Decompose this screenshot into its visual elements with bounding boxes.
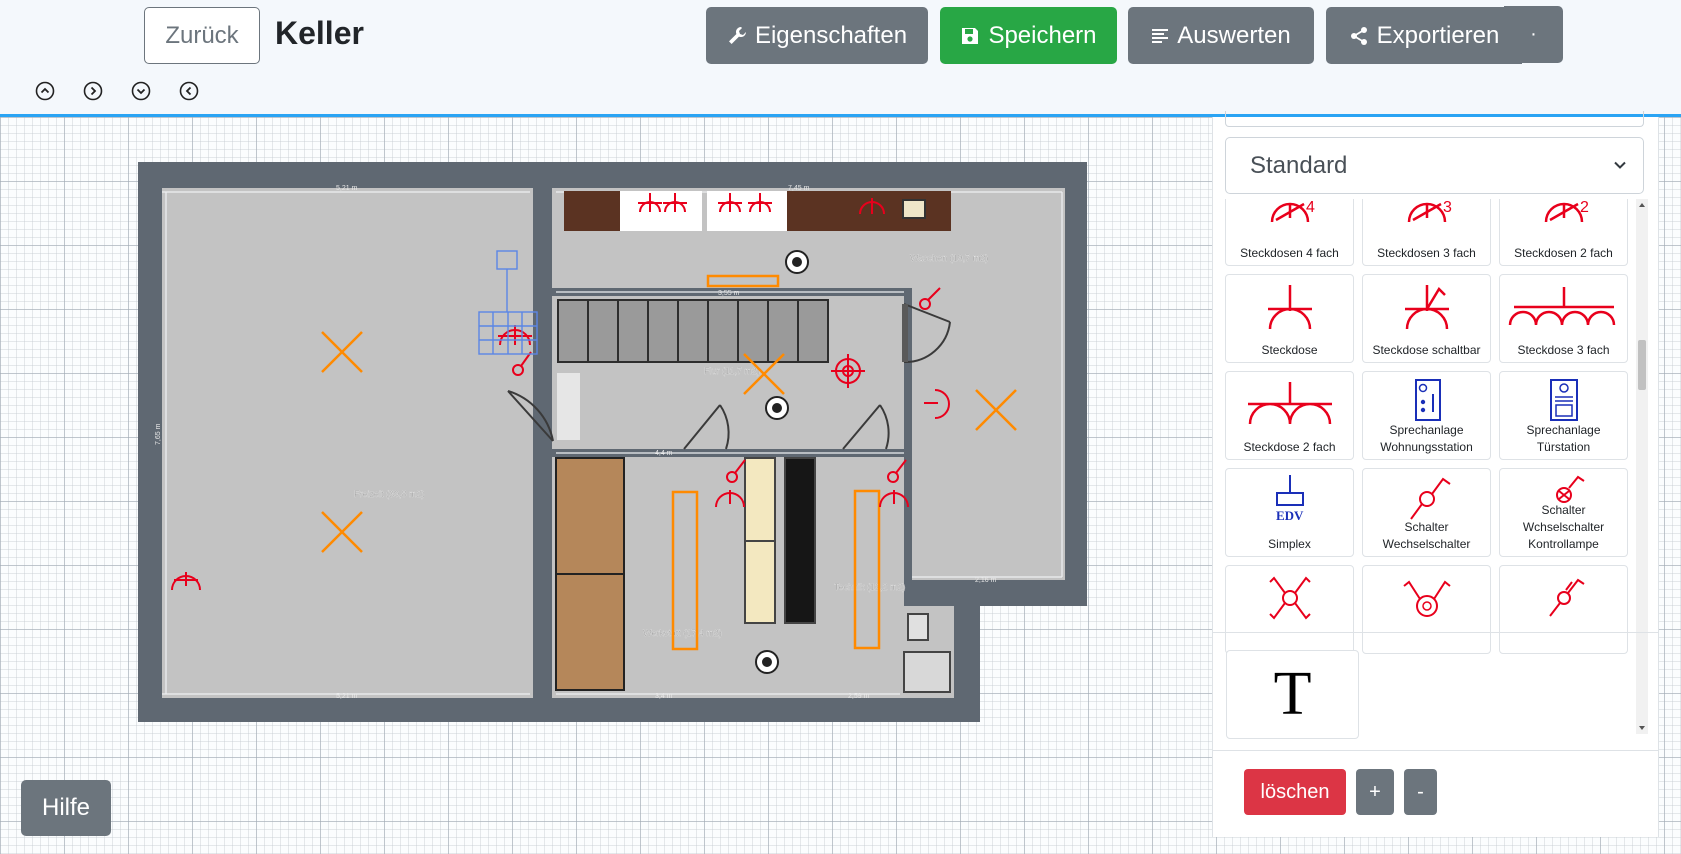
washing-machine[interactable]: [707, 191, 787, 231]
symbol-label: Steckdose 3 fach: [1517, 343, 1610, 357]
symbol-tile[interactable]: [1225, 565, 1354, 654]
symbol-label: Schalter Wechselschalter: [1382, 520, 1471, 551]
room-label: Technik (12,2 m2): [834, 582, 906, 592]
symbol-tile[interactable]: Steckdose 3 fach: [1499, 274, 1628, 363]
symbol-tile[interactable]: 3 Steckdosen 3 fach: [1362, 199, 1491, 266]
save-button[interactable]: Speichern: [940, 7, 1117, 64]
symbol-panel: Standard 4 Steckdosen 4 fach 3 Steckdose…: [1212, 111, 1659, 837]
zoom-out-button[interactable]: -: [1404, 769, 1437, 815]
crossover-switch-icon: [1269, 576, 1311, 620]
wrench-icon: [728, 26, 746, 44]
symbol-tile[interactable]: EDV Simplex: [1225, 468, 1354, 557]
symbol-label: Schalter Wchselschalter Kontrollampe: [1522, 503, 1605, 551]
dimension-label: 5,21 m: [336, 693, 358, 700]
dimension-label: 7,65 m: [155, 423, 162, 445]
technik-device[interactable]: [907, 613, 929, 641]
chevron-left-icon[interactable]: [178, 80, 200, 102]
room-waschen-right[interactable]: [912, 188, 1065, 580]
symbol-label: Steckdose 2 fach: [1243, 440, 1336, 454]
symbol-label: Steckdose schaltbar: [1372, 343, 1481, 357]
symbol-tile[interactable]: Steckdose: [1225, 274, 1354, 363]
symbol-label: Steckdosen 3 fach: [1377, 246, 1476, 260]
help-button[interactable]: Hilfe: [21, 780, 111, 836]
toolbar-header: Zurück Keller Eigenschaften Speichern Au…: [0, 0, 1681, 117]
svg-text:4: 4: [1306, 199, 1315, 216]
symbol-tile[interactable]: Steckdose 2 fach: [1225, 371, 1354, 460]
panel-divider: [1213, 632, 1658, 633]
cabinet-black[interactable]: [784, 457, 816, 624]
evaluate-label: Auswerten: [1177, 21, 1291, 49]
dropdown-caret-icon: ·: [1530, 23, 1537, 45]
dimension-label: 3,55 m: [718, 290, 740, 297]
export-dropdown-toggle[interactable]: ·: [1504, 6, 1563, 63]
symbol-list-scrollbar[interactable]: [1636, 199, 1648, 734]
symbol-tile[interactable]: Steckdose schaltbar: [1362, 274, 1491, 363]
page-title: Keller: [275, 15, 364, 51]
category-select[interactable]: Standard: [1225, 137, 1644, 194]
door-frame: [902, 304, 908, 362]
panel-divider: [1213, 750, 1658, 751]
room-label: Waschen (19,7 m2): [910, 253, 988, 263]
dimension-label: 3,4 m: [655, 693, 673, 700]
symbol-label: Steckdosen 4 fach: [1240, 246, 1339, 260]
symbol-tile[interactable]: Sprechanlage Türstation: [1499, 371, 1628, 460]
symbol-label: Sprechanlage Türstation: [1526, 423, 1601, 454]
symbol-label: Sprechanlage Wohnungsstation: [1380, 423, 1473, 454]
svg-text:2: 2: [1580, 199, 1589, 216]
chevron-right-icon[interactable]: [82, 80, 104, 102]
scroll-up-icon[interactable]: [1636, 199, 1648, 211]
properties-label: Eigenschaften: [754, 21, 908, 49]
scroll-down-icon[interactable]: [1636, 722, 1648, 734]
symbol-label: Steckdosen 2 fach: [1514, 246, 1613, 260]
save-label: Speichern: [988, 21, 1097, 49]
cabinet[interactable]: [564, 191, 620, 231]
panel-search-field[interactable]: [1225, 111, 1644, 127]
door-frame: [557, 373, 580, 440]
symbol-tile[interactable]: 2 Steckdosen 2 fach: [1499, 199, 1628, 266]
symbol-tile[interactable]: [1499, 565, 1628, 654]
sink[interactable]: [902, 199, 926, 219]
dimmer-icon: [1403, 580, 1451, 617]
symbol-tile[interactable]: 4 Steckdosen 4 fach: [1225, 199, 1354, 266]
dimension-label: 4,4 m: [655, 450, 673, 457]
dimension-label: 7,45 m: [788, 185, 810, 192]
text-tool[interactable]: T: [1226, 650, 1359, 739]
room-label: Werkstatt (17,4 m2): [643, 628, 722, 638]
symbol-tile[interactable]: [1362, 565, 1491, 654]
properties-button[interactable]: Eigenschaften: [706, 7, 928, 64]
room-label: Flur (11,7 m2): [704, 366, 760, 376]
chevron-down-icon[interactable]: [130, 80, 152, 102]
cabinet[interactable]: [787, 191, 951, 231]
list-icon: [1152, 28, 1169, 43]
room-label: Freizeit (39,8 m2): [354, 489, 425, 499]
export-button[interactable]: Exportieren: [1326, 7, 1522, 64]
dimension-label: 5,21 m: [336, 185, 358, 192]
zoom-in-button[interactable]: +: [1356, 769, 1394, 815]
symbol-tile[interactable]: Schalter Wechselschalter: [1362, 468, 1491, 557]
two-way-switch-icon: [1549, 578, 1585, 617]
dimension-label: 2,16 m: [975, 577, 997, 584]
symbol-label: Steckdose: [1261, 343, 1318, 357]
staircase[interactable]: [557, 299, 829, 363]
technik-boiler[interactable]: [903, 651, 951, 693]
export-label: Exportieren: [1376, 21, 1500, 49]
evaluate-button[interactable]: Auswerten: [1128, 7, 1314, 64]
floppy-disk-icon: [962, 27, 979, 44]
category-value: Standard: [1250, 151, 1348, 179]
symbol-tile[interactable]: Sprechanlage Wohnungsstation: [1362, 371, 1491, 460]
chevron-up-icon[interactable]: [34, 80, 56, 102]
delete-button[interactable]: löschen: [1244, 769, 1346, 815]
back-button[interactable]: Zurück: [144, 7, 260, 64]
svg-text:EDV: EDV: [1276, 508, 1304, 523]
symbol-tile[interactable]: Schalter Wchselschalter Kontrollampe: [1499, 468, 1628, 557]
share-icon: [1350, 26, 1367, 45]
svg-text:3: 3: [1443, 199, 1452, 216]
scroll-thumb[interactable]: [1638, 340, 1646, 390]
washing-machine[interactable]: [620, 191, 702, 231]
room-freizeit[interactable]: [162, 188, 533, 698]
inner-wall: [533, 188, 552, 698]
chevron-down-icon: [1614, 161, 1626, 169]
dimension-label: 2,59 m: [848, 693, 870, 700]
symbol-label: Simplex: [1268, 537, 1311, 551]
